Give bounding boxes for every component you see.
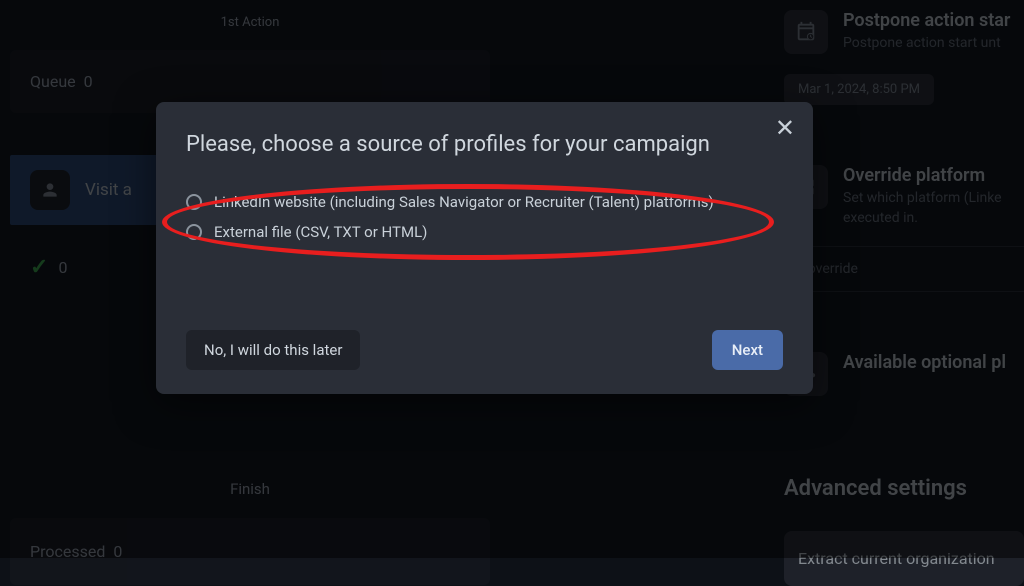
radio-icon bbox=[186, 194, 202, 210]
do-later-button[interactable]: No, I will do this later bbox=[186, 330, 360, 370]
option-external-label: External file (CSV, TXT or HTML) bbox=[214, 223, 427, 241]
option-linkedin-label: LinkedIn website (including Sales Naviga… bbox=[214, 193, 714, 211]
option-external-file[interactable]: External file (CSV, TXT or HTML) bbox=[186, 217, 783, 247]
radio-icon bbox=[186, 224, 202, 240]
source-selection-modal: ✕ Please, choose a source of profiles fo… bbox=[156, 102, 813, 394]
modal-footer: No, I will do this later Next bbox=[186, 330, 783, 370]
modal-title: Please, choose a source of profiles for … bbox=[186, 132, 783, 157]
close-icon[interactable]: ✕ bbox=[775, 116, 795, 140]
next-button[interactable]: Next bbox=[712, 330, 783, 370]
option-linkedin[interactable]: LinkedIn website (including Sales Naviga… bbox=[186, 187, 783, 217]
